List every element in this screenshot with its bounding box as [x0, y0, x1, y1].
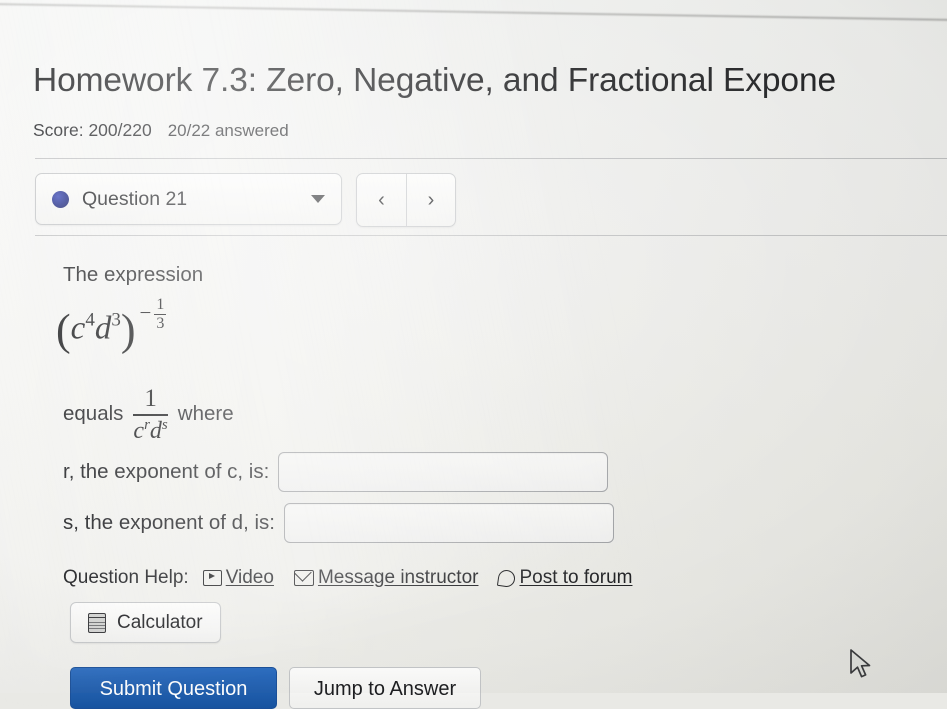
- message-instructor-link[interactable]: Message instructor: [293, 567, 479, 589]
- post-to-forum-label: Post to forum: [519, 567, 633, 588]
- expr-close-paren: ): [120, 305, 136, 355]
- calculator-button-label: Calculator: [117, 611, 203, 633]
- result-den-base-c: c: [133, 417, 145, 444]
- expr-outer-sign: −: [139, 300, 152, 325]
- result-denominator: crds: [133, 416, 167, 443]
- video-icon: [202, 570, 222, 586]
- score-line: Score: 200/220 20/22 answered: [33, 120, 289, 141]
- result-fraction: 1 crds: [133, 385, 168, 443]
- video-link-label: Video: [225, 567, 274, 588]
- submit-question-button[interactable]: Submit Question: [70, 667, 277, 709]
- result-numerator: 1: [144, 385, 157, 412]
- expr-outer-exponent: −1 3: [139, 296, 167, 333]
- jump-to-answer-button[interactable]: Jump to Answer: [289, 667, 481, 709]
- expr-outer-denominator: 3: [156, 315, 165, 333]
- result-den-exp-s: s: [161, 416, 168, 433]
- result-den-base-d: d: [149, 417, 162, 444]
- previous-question-button[interactable]: ‹: [357, 174, 406, 226]
- expr-exp-c: 4: [85, 309, 95, 331]
- expr-outer-numerator: 1: [156, 296, 165, 313]
- chevron-down-icon: [311, 195, 325, 203]
- calculator-button[interactable]: Calculator: [70, 602, 221, 643]
- expr-open-paren: (: [56, 305, 71, 355]
- answer-input-s[interactable]: [283, 503, 614, 543]
- nav-divider: [35, 235, 947, 236]
- post-to-forum-link[interactable]: Post to forum: [497, 567, 633, 589]
- question-selector-label: Question 21: [82, 187, 188, 210]
- forum-bubble-icon: [497, 568, 517, 588]
- where-word: where: [177, 402, 234, 426]
- expr-exp-d: 3: [111, 309, 121, 331]
- equals-word: equals: [63, 402, 124, 426]
- question-intro-text: The expression: [63, 263, 204, 286]
- answered-count: 20/22 answered: [167, 121, 289, 140]
- question-help-label: Question Help:: [63, 567, 189, 588]
- calculator-icon: [88, 612, 106, 633]
- answer-label-s: s, the exponent of d, is:: [63, 511, 275, 534]
- next-question-button[interactable]: ›: [406, 174, 455, 226]
- question-help-row: Question Help: Video Message instructor …: [63, 567, 652, 589]
- question-selector[interactable]: Question 21: [35, 173, 342, 225]
- expr-outer-fraction: 13: [154, 296, 167, 333]
- math-expression: (c4d3) −1 3: [56, 296, 167, 355]
- video-help-link[interactable]: Video: [202, 567, 274, 589]
- expr-base-d: d: [94, 310, 112, 347]
- expr-base-c: c: [70, 310, 86, 347]
- question-status-dot: [52, 190, 69, 208]
- question-nav-group: ‹ ›: [356, 173, 456, 227]
- answer-input-r[interactable]: [278, 452, 609, 492]
- message-instructor-label: Message instructor: [317, 567, 479, 588]
- envelope-icon: [293, 570, 314, 586]
- header-divider: [35, 158, 947, 159]
- page-title: Homework 7.3: Zero, Negative, and Fracti…: [33, 62, 837, 99]
- equals-row: equals 1 crds where: [63, 386, 234, 443]
- answer-row-r: r, the exponent of c, is:: [63, 452, 609, 492]
- answer-label-r: r, the exponent of c, is:: [63, 460, 270, 483]
- answer-row-s: s, the exponent of d, is:: [63, 503, 614, 543]
- score-value: Score: 200/220: [33, 120, 152, 140]
